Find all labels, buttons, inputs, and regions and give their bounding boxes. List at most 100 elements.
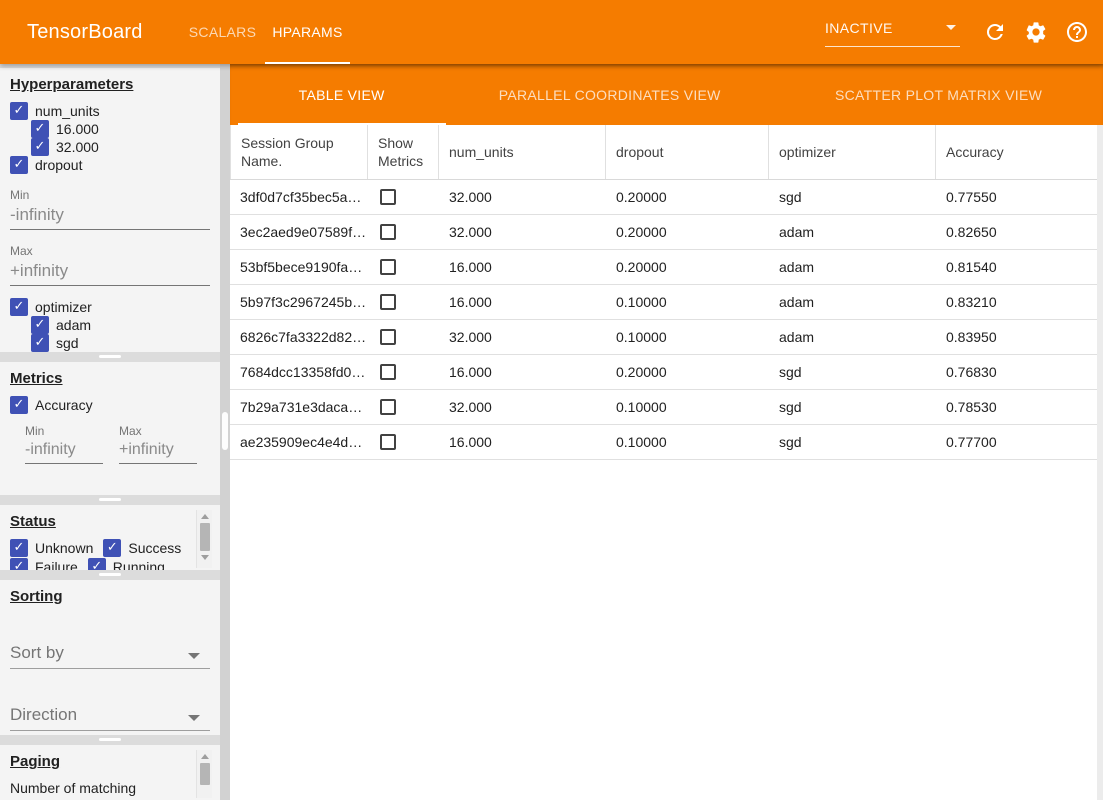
show-metrics-checkbox[interactable] [380, 399, 396, 415]
num-units-checkbox[interactable] [10, 102, 28, 120]
accuracy-cell: 0.76830 [936, 364, 1103, 380]
metrics-section: Metrics Accuracy Min -infinity Max +infi… [0, 362, 220, 495]
optimizer-cell: adam [769, 329, 936, 345]
num-units-32-label: 32.000 [56, 139, 99, 155]
show-metrics-checkbox[interactable] [380, 259, 396, 275]
hparam-num-units-row[interactable]: num_units [10, 102, 220, 120]
tab-scatter-plot-matrix-view[interactable]: SCATTER PLOT MATRIX VIEW [774, 64, 1103, 125]
chevron-down-icon [946, 25, 956, 30]
dropout-max-input[interactable]: +infinity [10, 261, 210, 286]
run-selector-value: INACTIVE [825, 20, 893, 36]
session-group-name: 5b97f3c2967245b… [230, 294, 368, 310]
status-running-row[interactable]: Running [88, 558, 165, 570]
paging-heading: Paging [10, 753, 220, 770]
paging-scrollbar[interactable] [196, 750, 212, 798]
direction-select[interactable]: Direction [10, 705, 210, 731]
dropout-min-input[interactable]: -infinity [10, 205, 210, 230]
tab-hparams[interactable]: HPARAMS [265, 0, 350, 64]
num-units-16-checkbox[interactable] [31, 120, 49, 138]
header-actions: INACTIVE [825, 0, 1089, 64]
help-icon[interactable] [1065, 20, 1089, 44]
matching-groups-count: Number of matching session groups: 8 [10, 779, 182, 800]
tab-table-view[interactable]: TABLE VIEW [238, 64, 445, 125]
show-metrics-checkbox[interactable] [380, 434, 396, 450]
optimizer-sgd-row[interactable]: sgd [31, 334, 220, 352]
status-failure-checkbox[interactable] [10, 558, 28, 570]
hparam-dropout-row[interactable]: dropout [10, 156, 220, 174]
status-unknown-row[interactable]: Unknown [10, 539, 93, 557]
settings-gear-icon[interactable] [1024, 20, 1048, 44]
section-resize-handle[interactable] [99, 498, 121, 501]
col-header-show-metrics: Show Metrics [368, 125, 439, 179]
optimizer-cell: sgd [769, 434, 936, 450]
sort-by-select[interactable]: Sort by [10, 643, 210, 669]
section-resize-handle[interactable] [99, 738, 121, 741]
optimizer-adam-checkbox[interactable] [31, 316, 49, 334]
hparam-optimizer-row[interactable]: optimizer [10, 298, 220, 316]
top-nav-tabs: SCALARS HPARAMS [180, 0, 350, 64]
dropout-label: dropout [35, 157, 82, 173]
section-resize-handle[interactable] [99, 573, 121, 576]
scroll-down-icon[interactable] [201, 555, 209, 560]
status-failure-row[interactable]: Failure [10, 558, 78, 570]
num-units-32-checkbox[interactable] [31, 138, 49, 156]
metric-min-input[interactable]: -infinity [25, 441, 103, 464]
scrollbar-thumb[interactable] [200, 763, 210, 785]
scroll-up-icon[interactable] [201, 514, 209, 519]
session-group-name: ae235909ec4e4d… [230, 434, 368, 450]
filter-sidebar: Hyperparameters num_units 16.000 32.000 … [0, 64, 220, 800]
accuracy-checkbox[interactable] [10, 396, 28, 414]
refresh-icon[interactable] [983, 20, 1007, 44]
metric-max-input[interactable]: +infinity [119, 441, 197, 464]
num-units-value-row[interactable]: 32.000 [31, 138, 220, 156]
accuracy-cell: 0.77550 [936, 189, 1103, 205]
sort-by-value: Sort by [10, 643, 64, 663]
tab-parallel-coordinates-view[interactable]: PARALLEL COORDINATES VIEW [445, 64, 774, 125]
section-resize-handle[interactable] [99, 355, 121, 358]
status-scrollbar[interactable] [196, 510, 212, 568]
session-group-name: 7b29a731e3daca… [230, 399, 368, 415]
show-metrics-cell [368, 224, 439, 240]
chevron-down-icon [188, 715, 200, 721]
optimizer-sgd-checkbox[interactable] [31, 334, 49, 352]
main-scrollbar-track[interactable] [1097, 125, 1103, 800]
tab-scalars[interactable]: SCALARS [180, 0, 265, 64]
status-running-checkbox[interactable] [88, 558, 106, 570]
status-success-checkbox[interactable] [103, 539, 121, 557]
col-header-optimizer: optimizer [769, 125, 936, 179]
status-heading: Status [10, 513, 220, 530]
table-row: 3df0d7cf35bec5a… 32.000 0.20000 sgd 0.77… [230, 180, 1103, 215]
show-metrics-checkbox[interactable] [380, 224, 396, 240]
table-header-row: Session Group Name. Show Metrics num_uni… [230, 125, 1103, 180]
metrics-heading: Metrics [10, 370, 220, 387]
num-units-cell: 16.000 [439, 259, 606, 275]
session-group-name: 6826c7fa3322d82… [230, 329, 368, 345]
optimizer-checkbox[interactable] [10, 298, 28, 316]
scrollbar-thumb[interactable] [222, 412, 228, 450]
metric-min-label: Min [25, 424, 103, 438]
dropout-checkbox[interactable] [10, 156, 28, 174]
status-success-label: Success [128, 540, 181, 556]
session-groups-table: Session Group Name. Show Metrics num_uni… [230, 125, 1103, 460]
show-metrics-checkbox[interactable] [380, 329, 396, 345]
optimizer-cell: adam [769, 294, 936, 310]
status-section: Status Unknown Success Failure Running [0, 505, 220, 570]
chevron-down-icon [188, 653, 200, 659]
optimizer-sgd-label: sgd [56, 335, 79, 351]
status-success-row[interactable]: Success [103, 539, 181, 557]
show-metrics-checkbox[interactable] [380, 294, 396, 310]
optimizer-cell: adam [769, 259, 936, 275]
run-selector[interactable]: INACTIVE [825, 17, 960, 47]
status-unknown-checkbox[interactable] [10, 539, 28, 557]
sidebar-scrollbar[interactable] [220, 64, 230, 800]
num-units-cell: 16.000 [439, 294, 606, 310]
dropout-cell: 0.20000 [606, 224, 769, 240]
scrollbar-thumb[interactable] [200, 523, 210, 551]
num-units-value-row[interactable]: 16.000 [31, 120, 220, 138]
scroll-up-icon[interactable] [201, 754, 209, 759]
metric-accuracy-row[interactable]: Accuracy [10, 396, 220, 414]
optimizer-adam-row[interactable]: adam [31, 316, 220, 334]
show-metrics-checkbox[interactable] [380, 364, 396, 380]
num-units-cell: 32.000 [439, 224, 606, 240]
show-metrics-checkbox[interactable] [380, 189, 396, 205]
